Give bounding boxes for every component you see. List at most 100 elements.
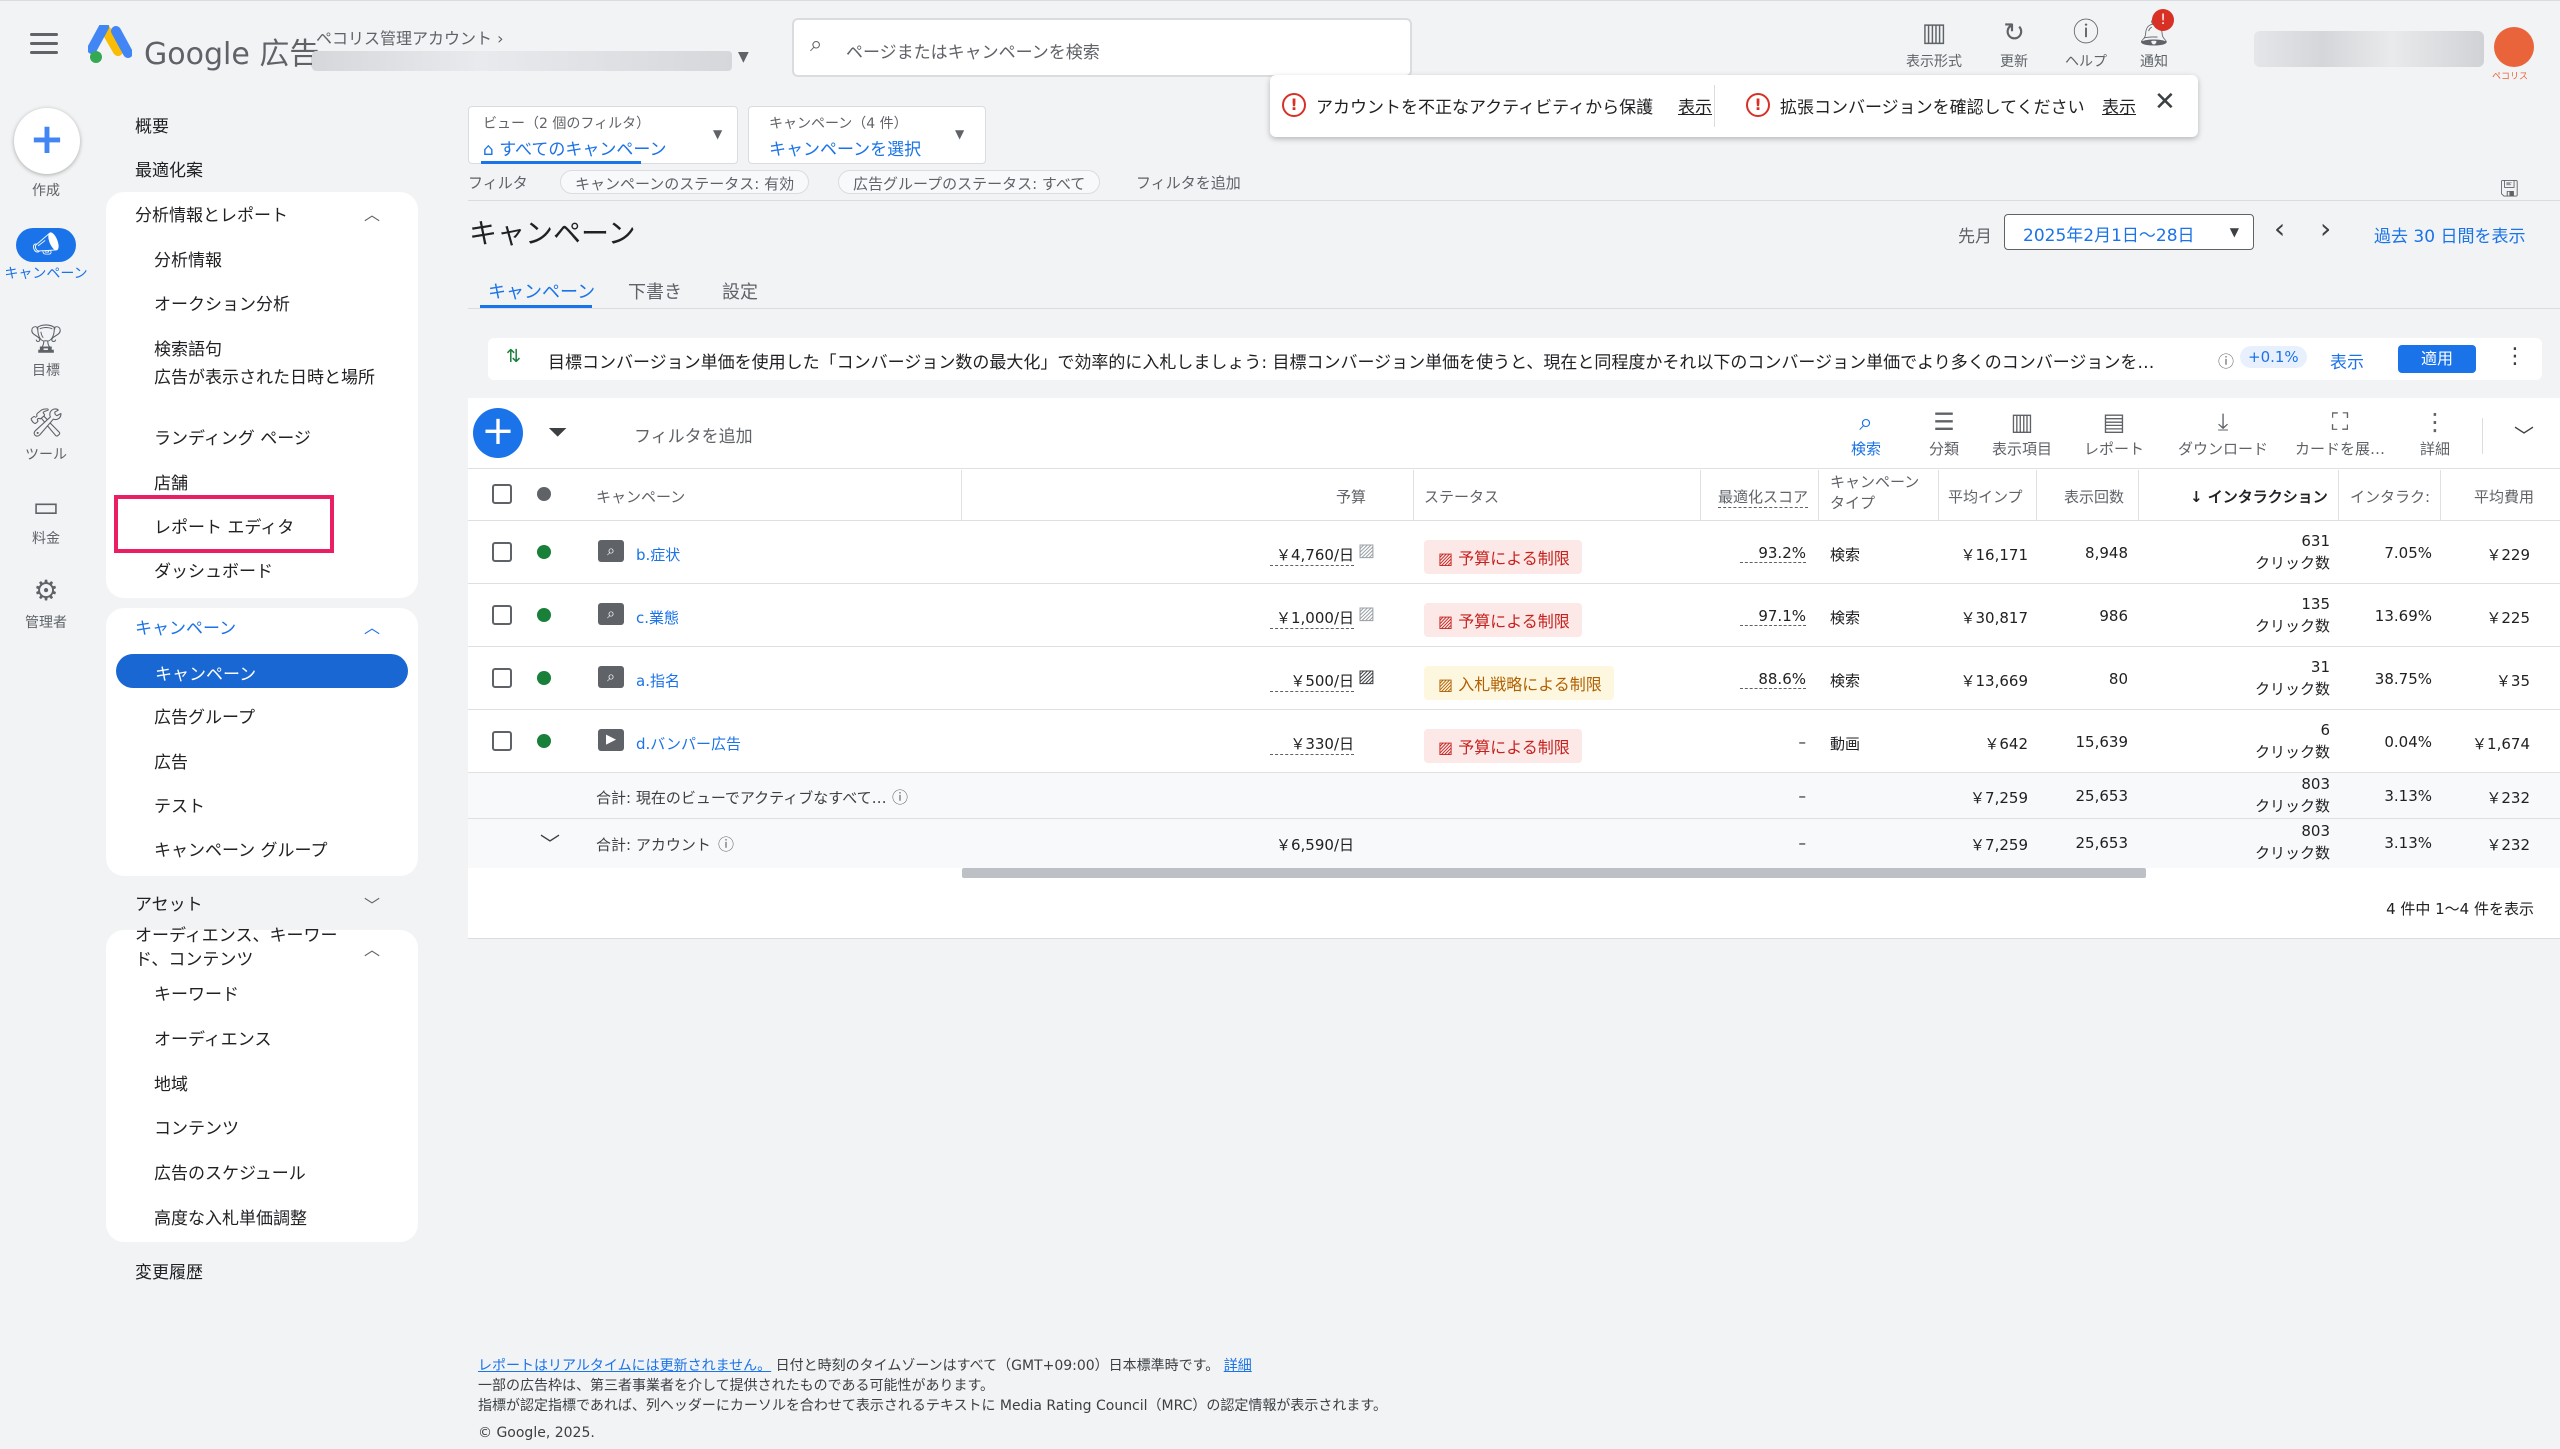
- table-add-filter[interactable]: フィルタを追加: [634, 422, 753, 447]
- budget-value[interactable]: ￥330/日: [1270, 733, 1354, 755]
- nav-audience-item[interactable]: 広告のスケジュール: [154, 1159, 306, 1184]
- nav-campaigns-item[interactable]: テスト: [154, 792, 205, 817]
- help-icon[interactable]: ⓘ: [892, 784, 908, 808]
- reco-view-link[interactable]: 表示: [2330, 348, 2364, 373]
- nav-campaigns-head[interactable]: キャンペーン: [135, 614, 236, 639]
- add-filter-link[interactable]: フィルタを追加: [1136, 172, 1241, 193]
- col-avg-imp[interactable]: 平均インプ: [1948, 486, 2023, 507]
- nav-overview[interactable]: 概要: [135, 112, 169, 137]
- nav-insights-item[interactable]: 分析情報: [154, 246, 222, 271]
- filter-chip[interactable]: 広告グループのステータス: すべて: [838, 170, 1101, 194]
- nav-audience-item[interactable]: オーディエンス: [154, 1025, 271, 1050]
- columns-tool[interactable]: ▥ 表示項目: [1972, 408, 2072, 459]
- campaign-name-link[interactable]: d.バンパー広告: [636, 733, 741, 754]
- details-link[interactable]: 詳細: [1224, 1358, 1252, 1374]
- chevron-down-icon[interactable]: ﹀: [364, 892, 380, 916]
- col-interactions[interactable]: ↓ インタラクション: [2190, 486, 2328, 507]
- appearance-button[interactable]: ▥ 表示形式: [1894, 15, 1974, 71]
- chevron-up-icon[interactable]: ︿: [364, 936, 380, 960]
- col-impressions[interactable]: 表示回数: [2064, 486, 2124, 507]
- help-icon[interactable]: ⓘ: [718, 831, 734, 855]
- realtime-link[interactable]: レポートはリアルタイムには更新されません。: [478, 1358, 771, 1374]
- col-campaign-type[interactable]: キャンペーン タイプ: [1830, 472, 1930, 514]
- reports-tool[interactable]: ▤ レポート: [2064, 408, 2164, 459]
- nav-insights-item[interactable]: オークション分析: [154, 290, 290, 315]
- row-checkbox[interactable]: [492, 668, 512, 688]
- status-badge[interactable]: ▨ 予算による制限: [1424, 603, 1582, 637]
- chevron-up-icon[interactable]: ︿: [364, 614, 380, 638]
- tab-campaigns[interactable]: キャンペーン: [488, 278, 595, 304]
- col-interaction-rate[interactable]: インタラク:: [2350, 486, 2430, 507]
- nav-audience-item[interactable]: キーワード: [154, 980, 239, 1005]
- expand-chevron-icon[interactable]: ﹀: [540, 828, 560, 857]
- expand-tool[interactable]: ⛶ カードを展…: [2290, 408, 2390, 459]
- filter-chip[interactable]: キャンペーンのステータス: 有効: [560, 170, 810, 194]
- collapse-chevron-icon[interactable]: ﹀: [2514, 420, 2534, 449]
- status-badge[interactable]: ▨ 入札戦略による制限: [1424, 666, 1614, 700]
- billing-label[interactable]: 料金: [0, 528, 92, 548]
- budget-value[interactable]: ￥4,760/日: [1270, 544, 1354, 566]
- budget-value[interactable]: ￥500/日: [1270, 670, 1354, 692]
- budget-value[interactable]: ￥1,000/日: [1270, 607, 1354, 629]
- budget-chart-icon[interactable]: ▨: [1358, 603, 1375, 624]
- nav-campaigns-item[interactable]: キャンペーン グループ: [154, 836, 328, 861]
- account-info-blurred[interactable]: [2254, 31, 2484, 67]
- more-tool[interactable]: ⋮ 詳細: [2400, 408, 2470, 459]
- row-checkbox[interactable]: [492, 542, 512, 562]
- download-tool[interactable]: ⤓ ダウンロード: [2170, 408, 2276, 459]
- account-dropdown-icon[interactable]: ▼: [738, 49, 749, 65]
- campaign-rail-icon[interactable]: 📣︎: [16, 228, 76, 262]
- save-icon[interactable]: 🖫: [2500, 172, 2519, 210]
- campaign-select-dropdown[interactable]: キャンペーン（4 件） キャンペーンを選択 ▼: [748, 106, 986, 164]
- tools-label[interactable]: ツール: [0, 444, 92, 464]
- menu-icon[interactable]: [30, 33, 58, 55]
- trophy-icon[interactable]: 🏆︎: [0, 322, 92, 355]
- profile-avatar[interactable]: [2494, 27, 2534, 67]
- alert-view-link[interactable]: 表示: [2102, 93, 2136, 118]
- apply-button[interactable]: 適用: [2398, 345, 2476, 373]
- nav-insights-item[interactable]: ランディング ページ: [154, 424, 311, 449]
- nav-change-history[interactable]: 変更履歴: [135, 1258, 203, 1283]
- col-avg-cost[interactable]: 平均費用: [2474, 486, 2534, 507]
- nav-campaigns-item[interactable]: 広告: [154, 748, 188, 773]
- nav-audience-item[interactable]: コンテンツ: [154, 1114, 239, 1139]
- col-budget[interactable]: 予算: [1336, 486, 1366, 507]
- admin-label[interactable]: 管理者: [0, 612, 92, 632]
- billing-icon[interactable]: ▭: [0, 490, 92, 523]
- col-status[interactable]: ステータス: [1424, 486, 1499, 507]
- date-range-picker[interactable]: 2025年2月1日〜28日 ▼: [2004, 214, 2254, 250]
- campaign-name-link[interactable]: a.指名: [636, 670, 680, 691]
- campaign-name-link[interactable]: b.症状: [636, 544, 680, 565]
- nav-recommendations[interactable]: 最適化案: [135, 156, 203, 181]
- refresh-button[interactable]: ↻ 更新: [1974, 15, 2054, 71]
- col-opt-score[interactable]: 最適化スコア: [1718, 486, 1809, 508]
- status-badge[interactable]: ▨ 予算による制限: [1424, 540, 1582, 574]
- nav-campaigns-item[interactable]: 広告グループ: [154, 703, 255, 728]
- alert-view-link[interactable]: 表示: [1678, 93, 1712, 118]
- last-30-days-link[interactable]: 過去 30 日間を表示: [2374, 222, 2525, 247]
- select-all-checkbox[interactable]: [492, 484, 512, 504]
- opt-score[interactable]: 88.6%: [1740, 670, 1806, 689]
- col-campaign[interactable]: キャンペーン: [596, 486, 685, 507]
- tab-settings[interactable]: 設定: [722, 278, 758, 304]
- nav-campaigns-active[interactable]: キャンペーン: [116, 654, 408, 688]
- nav-audience-item[interactable]: 地域: [154, 1070, 188, 1095]
- nav-insights-item[interactable]: 店舗: [154, 469, 188, 494]
- add-campaign-button[interactable]: +: [473, 408, 523, 458]
- nav-assets-head[interactable]: アセット: [135, 890, 203, 915]
- status-badge[interactable]: ▨ 予算による制限: [1424, 729, 1582, 763]
- next-period-icon[interactable]: ›: [2320, 212, 2331, 245]
- chevron-up-icon[interactable]: ︿: [364, 201, 380, 225]
- more-vert-icon[interactable]: ⋮: [2504, 344, 2526, 369]
- nav-insights-head[interactable]: 分析情報とレポート: [135, 201, 288, 226]
- row-checkbox[interactable]: [492, 605, 512, 625]
- budget-chart-icon[interactable]: ▨: [1358, 540, 1375, 561]
- nav-audience-head[interactable]: オーディエンス、キーワード、コンテンツ: [135, 924, 355, 972]
- tab-drafts[interactable]: 下書き: [628, 278, 682, 304]
- nav-audience-item[interactable]: 高度な入札単価調整: [154, 1204, 307, 1229]
- row-checkbox[interactable]: [492, 731, 512, 751]
- prev-period-icon[interactable]: ‹: [2274, 212, 2285, 245]
- campaign-name-link[interactable]: c.業態: [636, 607, 679, 628]
- horizontal-scrollbar[interactable]: [962, 868, 2146, 878]
- create-button[interactable]: +: [14, 108, 80, 174]
